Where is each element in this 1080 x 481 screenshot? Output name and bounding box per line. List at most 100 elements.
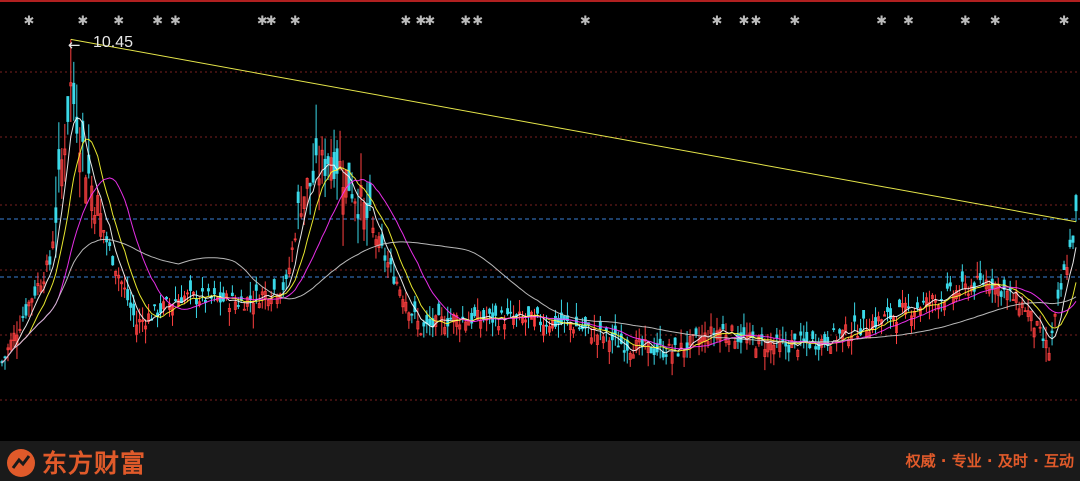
candle-body (3, 356, 7, 359)
event-marker-icon: ✱ (472, 14, 483, 29)
candle-body (536, 307, 539, 314)
candle-body (784, 342, 788, 347)
candle-body (527, 306, 530, 317)
candle-body (1062, 264, 1066, 271)
event-marker-icon: ✱ (23, 14, 34, 29)
candlestick-chart: ✱ ✱ ✱ ✱ ✱ ✱✱ ✱ ✱ ✱✱ ✱ ✱ ✱ ✱ ✱ ✱ ✱ ✱ ✱ ✱ ✱ ✱ (0, 0, 1080, 401)
candle-body (787, 344, 791, 353)
candle-body (48, 256, 52, 265)
candle-body (999, 291, 1003, 297)
event-marker-icon: ✱ (876, 14, 887, 29)
candle-body (721, 324, 725, 330)
candle-body (826, 336, 830, 346)
candle-body (326, 156, 330, 165)
candle-body (284, 274, 288, 280)
brand-slogan: 权威 · 专业 · 及时 · 互动 (905, 452, 1074, 470)
candle-body (545, 324, 548, 327)
event-marker-icon: ✱ (113, 14, 124, 29)
candle-body (960, 271, 964, 282)
candle-body (165, 296, 168, 300)
candle-body (907, 306, 910, 309)
candle-body (1041, 338, 1045, 342)
candle-body (57, 149, 61, 170)
candle-body (206, 288, 210, 292)
candle-body (814, 346, 818, 350)
candle-body (350, 194, 354, 199)
candle-body (174, 299, 177, 302)
event-marker-icon: ✱ (170, 14, 181, 29)
candle-body (622, 350, 626, 353)
event-marker-icon: ✱ (738, 14, 749, 29)
candle-body (356, 214, 360, 219)
event-marker-icon: ✱ (400, 14, 411, 29)
candle-body (1056, 289, 1060, 299)
trend-line (70, 38, 1077, 223)
event-marker-icon: ✱ (960, 14, 971, 29)
candle-body (862, 310, 866, 319)
candle-body (389, 258, 393, 265)
candle-body (153, 304, 157, 307)
event-marker-icon: ✱ (152, 14, 163, 29)
candle-body (915, 302, 919, 309)
candle-body (658, 338, 662, 345)
candle-body (742, 327, 746, 336)
candle-body (673, 337, 677, 346)
east-money-logo-icon (7, 449, 35, 477)
candle-body (129, 302, 133, 308)
candle-body (838, 329, 842, 334)
candle-body (1068, 239, 1072, 247)
candle-body (108, 242, 112, 247)
candle-body (853, 315, 857, 322)
candle-body (898, 299, 901, 308)
candle-body (230, 292, 234, 297)
event-marker-icon: ✱ (266, 14, 277, 29)
candle-body (808, 343, 812, 349)
candle-body (272, 279, 276, 290)
candle-body (488, 308, 492, 314)
candle-body (886, 307, 889, 313)
candle-body (664, 354, 668, 357)
candle-body (72, 82, 76, 105)
candle-body (212, 288, 216, 295)
candle-body (948, 282, 952, 287)
candle-body (422, 322, 426, 327)
candle-body (978, 273, 982, 281)
candle-body (509, 311, 513, 314)
candle-body (195, 298, 198, 305)
candle-body (392, 276, 396, 284)
candle-body (805, 331, 809, 343)
candle-body (111, 256, 115, 266)
candle-body (577, 327, 581, 330)
event-marker-icon: ✱ (750, 14, 761, 29)
candle-body (66, 96, 70, 122)
candle-body (676, 353, 680, 357)
candle-body (428, 318, 432, 326)
event-marker-icon: ✱ (460, 14, 471, 29)
peak-price-label: 10.45 (93, 34, 134, 51)
moving-average-line (1, 177, 1077, 364)
candle-body (33, 286, 37, 296)
candle-body (446, 318, 450, 327)
candle-body (200, 288, 204, 292)
candle-body (254, 284, 258, 291)
candle-body (1074, 195, 1078, 212)
candle-body (221, 292, 225, 302)
candle-body (1050, 330, 1054, 334)
candle-body (739, 332, 743, 343)
candle-body (694, 328, 698, 335)
candle-body (236, 305, 240, 307)
candle-body (21, 316, 25, 318)
candle-body (616, 345, 620, 348)
candle-body (24, 304, 28, 316)
event-marker-icon: ✱ (77, 14, 88, 29)
peak-arrow-icon: ← (68, 36, 81, 54)
candle-body (54, 207, 58, 223)
candle-body (159, 303, 163, 313)
candle-body (506, 308, 510, 315)
candle-body (775, 334, 779, 338)
event-marker-icon: ✱ (290, 14, 301, 29)
candle-body (296, 191, 300, 204)
candle-body (368, 182, 372, 205)
candle-body (126, 289, 130, 301)
candle-body (311, 170, 315, 183)
